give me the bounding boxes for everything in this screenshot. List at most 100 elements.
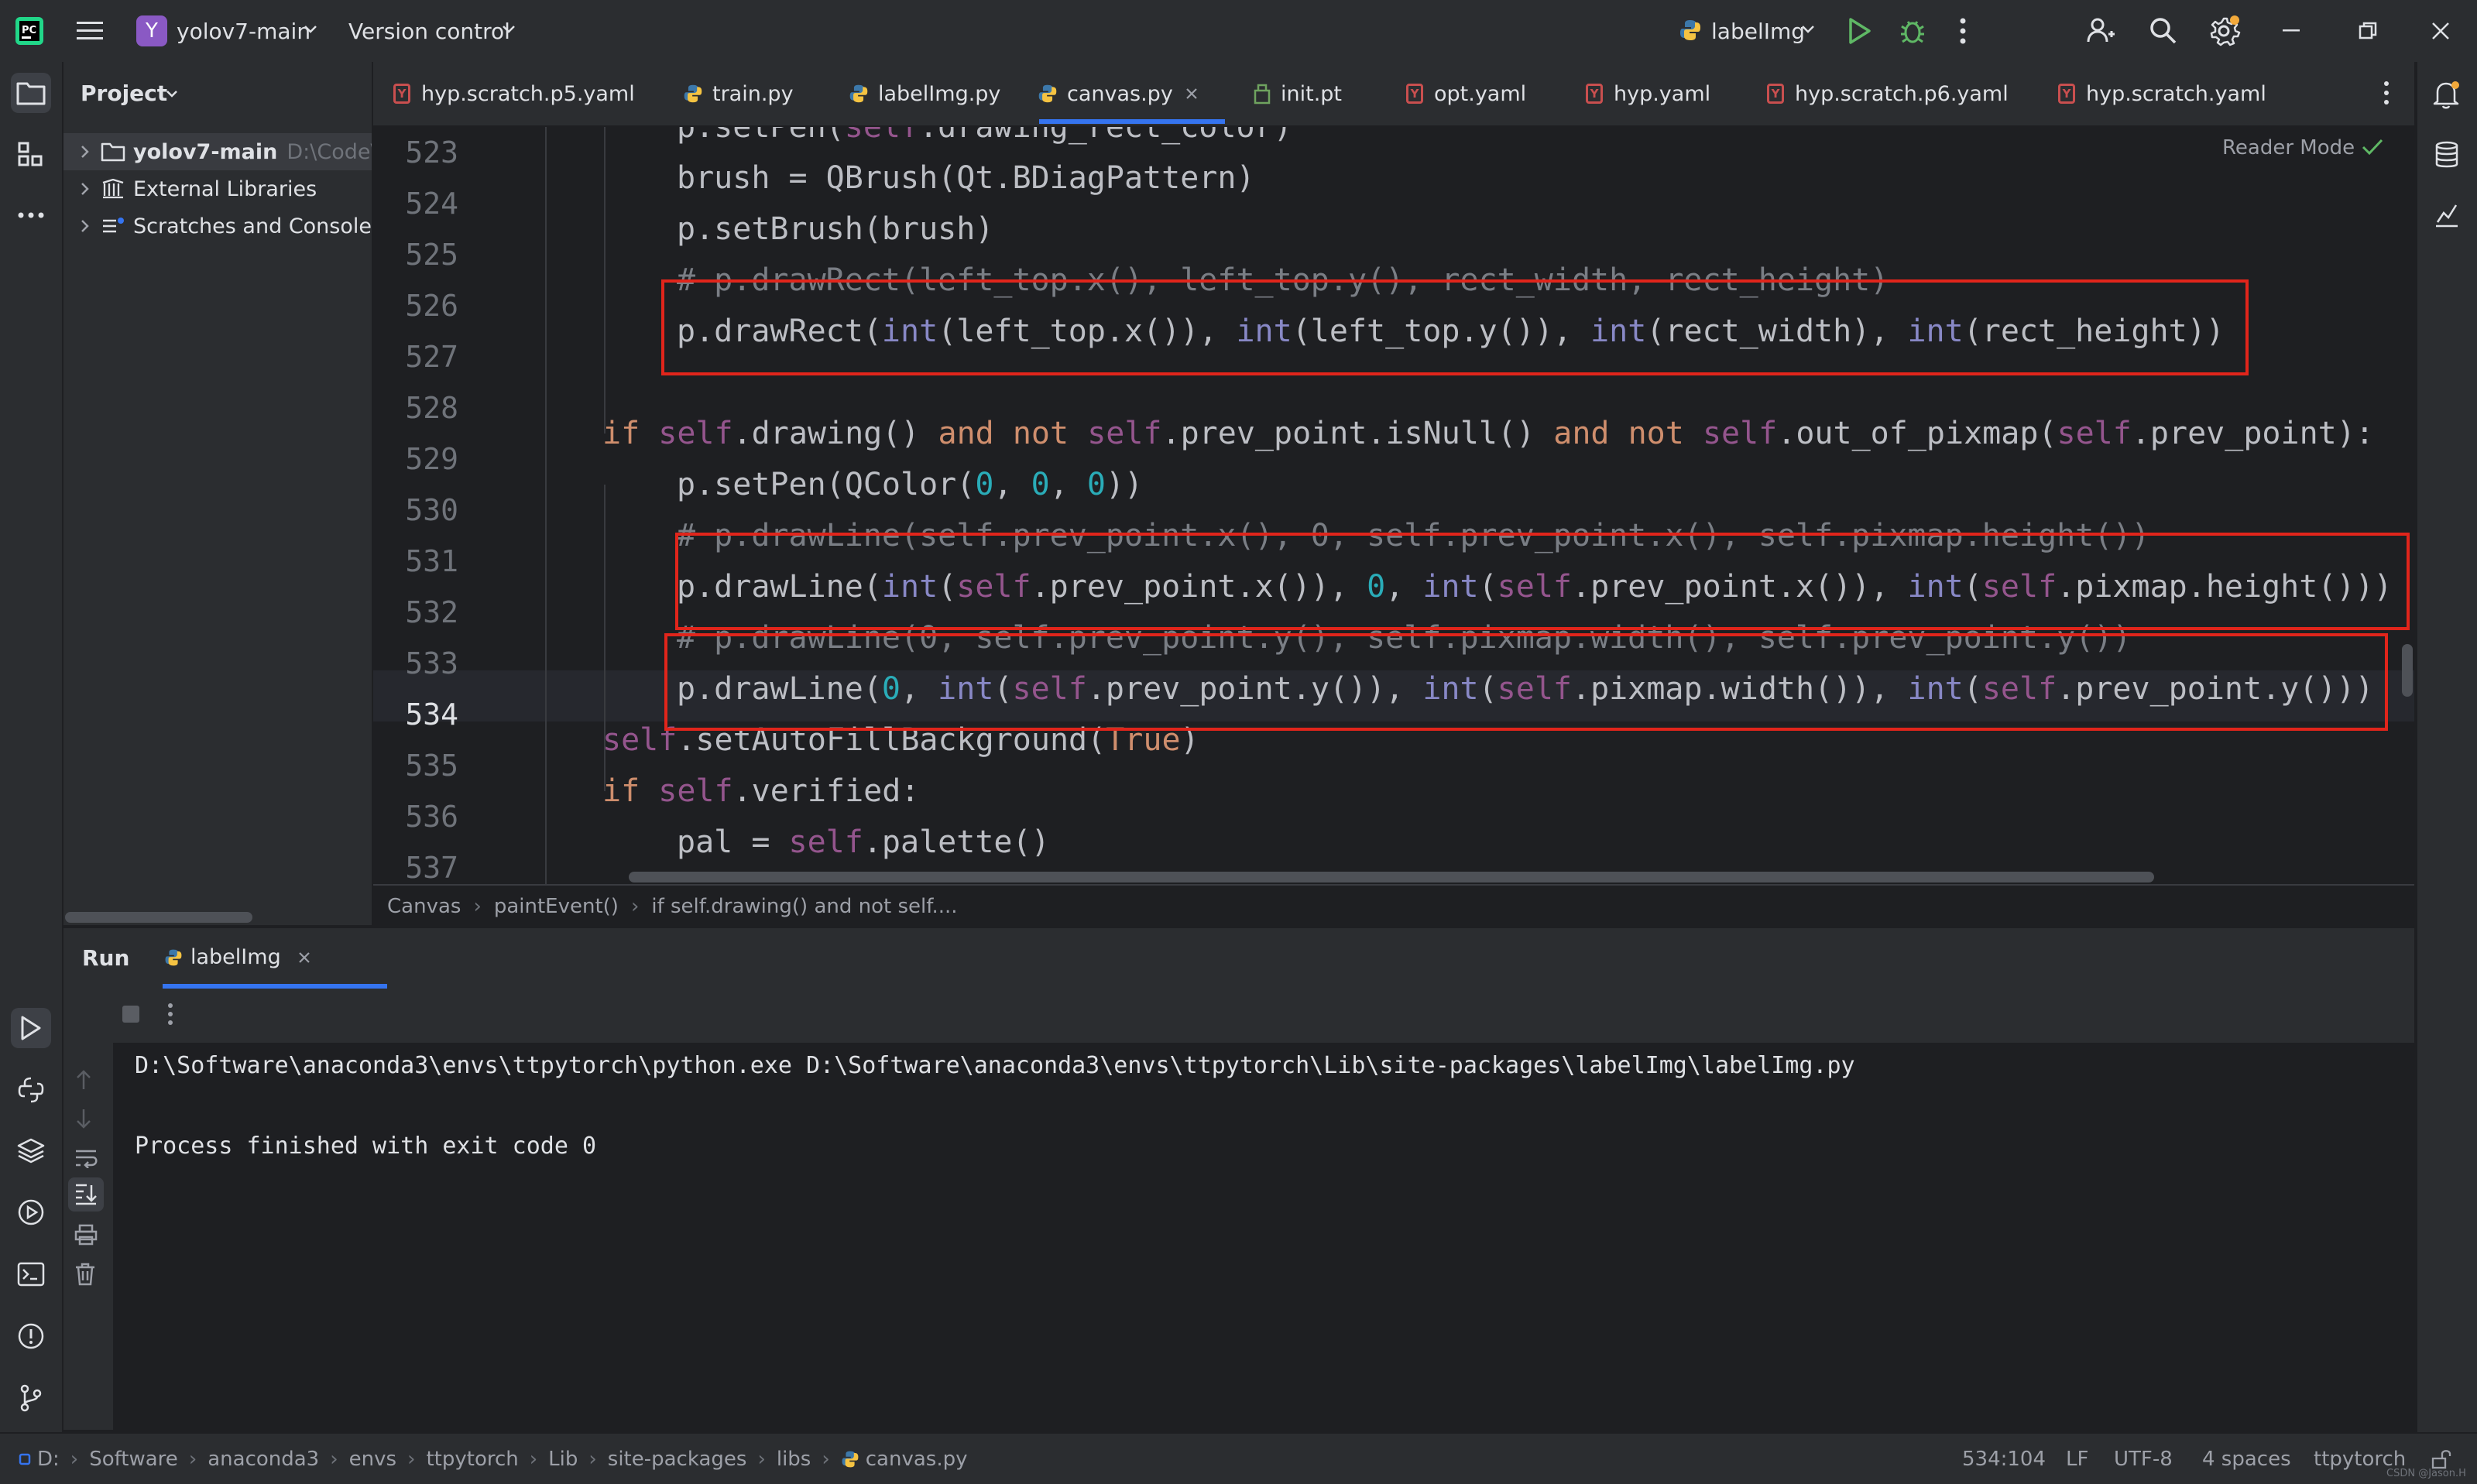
chevron-right-icon[interactable] [81, 145, 90, 159]
run-config-selector[interactable]: labelImg [1711, 19, 1805, 44]
version-control-menu[interactable]: Version control [348, 19, 510, 44]
code-line[interactable]: p.drawLine(0, int(self.prev_point.y()), … [677, 663, 2374, 715]
notifications-bell-icon[interactable] [2427, 74, 2467, 115]
tab-train-py[interactable]: train.py [683, 62, 794, 125]
run-panel-title[interactable]: Run [82, 945, 129, 971]
code-line[interactable]: p.drawLine(int(self.prev_point.x()), 0, … [677, 561, 2393, 612]
terminal-icon[interactable] [11, 1254, 51, 1294]
code-line[interactable]: # p.drawRect(left_top.x(), left_top.y(),… [677, 255, 1889, 306]
code-line[interactable]: # p.drawLine(self.prev_point.x(), 0, sel… [677, 510, 2149, 561]
status-path-item[interactable]: anaconda3 [208, 1448, 319, 1471]
tab-init-pt[interactable]: init.pt [1253, 62, 1342, 125]
breadcrumb-item[interactable]: Canvas [387, 895, 461, 918]
vertical-scrollbar[interactable] [2402, 644, 2413, 697]
python-console-icon[interactable] [11, 1070, 51, 1110]
database-icon[interactable] [2427, 135, 2467, 175]
chevron-down-icon[interactable] [1801, 25, 1815, 34]
status-encoding[interactable]: UTF-8 [2114, 1434, 2173, 1484]
settings-gear-icon[interactable] [2208, 14, 2241, 46]
status-path-item[interactable]: ttpytorch [426, 1448, 518, 1471]
close-window-icon[interactable] [2431, 22, 2450, 40]
code-line[interactable]: p.setPen(QColor(0, 0, 0)) [677, 459, 1143, 510]
project-folder-icon[interactable] [11, 73, 51, 113]
code-line[interactable]: p.setBrush(brush) [677, 204, 993, 255]
problems-icon[interactable] [11, 1316, 51, 1356]
code-editor[interactable]: 523 524 525 526 527 528 529 530 531 532 … [373, 127, 2414, 884]
chevron-right-icon[interactable] [81, 182, 90, 196]
tab-label: hyp.yaml [1614, 81, 1711, 106]
sciview-chart-icon[interactable] [2427, 195, 2467, 235]
run-icon[interactable] [1847, 17, 1872, 45]
debug-icon[interactable] [1899, 15, 1926, 45]
tab-hyp-scratch-yaml[interactable]: Yhyp.scratch.yaml [2058, 62, 2266, 125]
tab-hyp-yaml[interactable]: Yhyp.yaml [1586, 62, 1710, 125]
status-path-item[interactable]: Software [89, 1448, 178, 1471]
soft-wrap-icon[interactable] [74, 1148, 98, 1168]
code-line[interactable]: p.setPen(self.drawing_rect_color) [677, 127, 1292, 153]
status-path-item[interactable]: D: [37, 1448, 60, 1471]
tree-item-yolov7-main[interactable]: yolov7-main D:\Code\ [63, 133, 372, 170]
add-user-icon[interactable] [2086, 15, 2115, 45]
services-icon[interactable] [11, 1192, 51, 1232]
tab-opt-yaml[interactable]: Yopt.yaml [1406, 62, 1526, 125]
layers-icon[interactable] [11, 1130, 51, 1170]
project-panel-title[interactable]: Project [81, 81, 167, 106]
check-icon[interactable] [2362, 138, 2383, 156]
tab-more-icon[interactable] [2383, 81, 2390, 105]
tab-labelimg-py[interactable]: labelImg.py [849, 62, 1000, 125]
more-tools-icon[interactable] [11, 195, 51, 235]
code-lines[interactable]: p.setPen(self.drawing_rect_color) brush =… [373, 127, 2393, 876]
more-actions-icon[interactable] [167, 1002, 173, 1026]
trash-icon[interactable] [74, 1263, 96, 1286]
horizontal-scrollbar[interactable] [65, 912, 252, 923]
code-line[interactable]: if self.drawing() and not self.prev_poin… [602, 408, 2374, 459]
run-tab-labelimg[interactable]: labelImg [164, 945, 310, 969]
scroll-to-end-toggle[interactable] [68, 1177, 104, 1212]
project-name[interactable]: yolov7-main [177, 19, 310, 44]
status-caret-position[interactable]: 534:104 [1962, 1434, 2046, 1484]
code-line[interactable]: pal = self.palette() [677, 817, 1050, 868]
horizontal-scrollbar[interactable] [629, 872, 2154, 883]
chevron-right-icon[interactable] [81, 219, 90, 233]
stop-icon[interactable] [122, 1006, 139, 1023]
restore-window-icon[interactable] [2359, 22, 2377, 40]
chevron-down-icon[interactable] [166, 90, 178, 98]
status-path-item[interactable]: canvas.py [866, 1448, 968, 1471]
search-icon[interactable] [2148, 15, 2177, 45]
minimize-icon[interactable] [2283, 29, 2300, 33]
reader-mode-button[interactable]: Reader Mode [2222, 136, 2355, 159]
more-actions-icon[interactable] [1959, 17, 1967, 45]
status-path-item[interactable]: site-packages [608, 1448, 747, 1471]
scroll-down-icon[interactable] [76, 1108, 91, 1129]
tree-item-external-libraries[interactable]: External Libraries [63, 170, 372, 207]
status-path-item[interactable]: libs [777, 1448, 811, 1471]
project-badge[interactable]: Y [136, 15, 167, 46]
structure-icon[interactable] [11, 135, 51, 175]
tab-canvas-py[interactable]: canvas.py [1038, 62, 1198, 125]
code-line[interactable]: # p.drawLine(0, self.prev_point.y(), sel… [677, 612, 2131, 663]
main-menu-icon[interactable] [74, 17, 105, 45]
chevron-down-icon[interactable] [304, 25, 317, 34]
run-tool-icon[interactable] [11, 1008, 51, 1048]
breadcrumb-item[interactable]: paintEvent() [494, 895, 619, 918]
code-line[interactable]: self.setAutoFillBackground(True) [602, 715, 1199, 766]
code-line[interactable]: brush = QBrush(Qt.BDiagPattern) [677, 153, 1255, 204]
status-path-item[interactable]: envs [349, 1448, 396, 1471]
close-tab-icon[interactable] [298, 951, 310, 964]
git-branch-icon[interactable] [11, 1378, 51, 1418]
status-indent[interactable]: 4 spaces [2202, 1434, 2291, 1484]
status-line-ending[interactable]: LF [2066, 1434, 2088, 1484]
code-line[interactable]: p.drawRect(int(left_top.x()), int(left_t… [677, 306, 2225, 357]
pycharm-logo-icon[interactable]: PC [14, 15, 45, 46]
tab-hyp-scratch-p5[interactable]: Yhyp.scratch.p5.yaml [393, 62, 635, 125]
breadcrumb-item[interactable]: if self.drawing() and not self.... [651, 895, 957, 918]
print-icon[interactable] [74, 1224, 98, 1246]
close-tab-icon[interactable] [1185, 87, 1198, 100]
tab-hyp-scratch-p6[interactable]: Yhyp.scratch.p6.yaml [1767, 62, 2009, 125]
tree-item-scratches[interactable]: Scratches and Consoles [63, 207, 372, 245]
status-path-item[interactable]: Lib [548, 1448, 578, 1471]
run-console[interactable]: D:\Software\anaconda3\envs\ttpytorch\pyt… [63, 989, 2414, 1430]
code-line[interactable]: if self.verified: [602, 766, 919, 817]
scroll-up-icon[interactable] [76, 1069, 91, 1091]
chevron-down-icon[interactable] [502, 25, 516, 34]
